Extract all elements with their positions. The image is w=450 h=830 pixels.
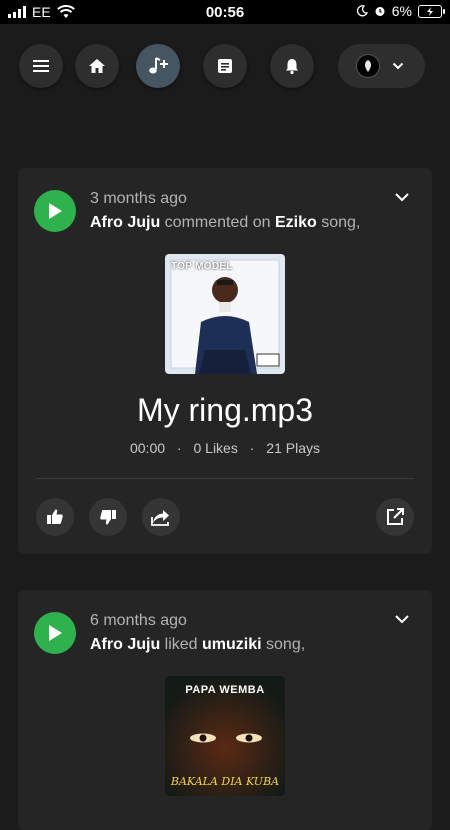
activity-suffix: song, [316,214,361,231]
thumbs-down-icon [100,510,116,525]
moon-icon [356,5,368,17]
meta-separator: · [176,440,182,456]
notifications-button[interactable] [270,44,314,88]
share-button[interactable] [142,498,180,536]
dislike-button[interactable] [89,498,127,536]
feed-card: 6 months ago Afro Juju liked umuziki son… [18,590,432,830]
status-bar: EE 00:56 6% [0,0,450,24]
plays-count: 21 Plays [266,440,320,456]
chevron-down-icon [392,62,404,70]
cover-title: PAPA WEMBA [185,684,265,696]
add-music-button[interactable] [136,44,180,88]
play-icon [49,625,62,641]
avatar-icon [356,54,380,78]
user-link[interactable]: Afro Juju [90,636,160,653]
play-button[interactable] [34,612,76,654]
feed-button[interactable] [203,44,247,88]
album-cover[interactable]: PAPA WEMBA BAKALA DIA KUBA [165,676,285,796]
battery-icon [418,4,445,18]
share-icon [151,510,169,526]
meta-separator: · [249,440,255,456]
home-icon [89,59,105,73]
time-ago: 3 months ago [90,190,187,207]
bell-icon [286,59,298,75]
likes-count: 0 Likes [193,440,238,456]
play-button[interactable] [34,190,76,232]
chevron-down-icon[interactable] [394,614,410,624]
thumbs-up-icon [47,509,63,524]
divider [36,478,414,479]
time-ago: 6 months ago [90,612,187,629]
feed-card: 3 months ago Afro Juju commented on Ezik… [18,168,432,554]
cover-subtitle: BAKALA DIA KUBA [170,775,280,788]
album-cover[interactable]: TOP MODEL [165,254,285,374]
document-icon [218,59,232,73]
home-button[interactable] [75,44,119,88]
menu-icon [33,60,49,72]
activity-text: Afro Juju commented on Eziko song, [90,214,360,232]
status-right: 6% [356,3,445,19]
activity-text: Afro Juju liked umuziki song, [90,636,305,654]
like-button[interactable] [36,498,74,536]
play-icon [49,203,62,219]
open-external-button[interactable] [376,498,414,536]
music-plus-icon [149,57,168,74]
duration: 00:00 [129,440,166,456]
song-link[interactable]: Eziko [275,214,317,231]
chevron-down-icon[interactable] [394,192,410,202]
alarm-icon [375,7,385,16]
profile-menu-button[interactable] [338,44,425,88]
menu-button[interactable] [19,44,63,88]
cover-caption: TOP MODEL [171,261,233,272]
song-link[interactable]: umuziki [202,636,262,653]
open-in-new-icon [387,508,404,525]
battery-percent: 6% [391,3,412,19]
user-link[interactable]: Afro Juju [90,214,160,231]
song-meta: 00:00 · 0 Likes · 21 Plays [18,440,432,456]
activity-action: liked [160,636,203,653]
activity-action: commented on [160,214,275,231]
top-nav [0,24,450,120]
song-title[interactable]: My ring.mp3 [18,392,432,429]
activity-suffix: song, [261,636,306,653]
